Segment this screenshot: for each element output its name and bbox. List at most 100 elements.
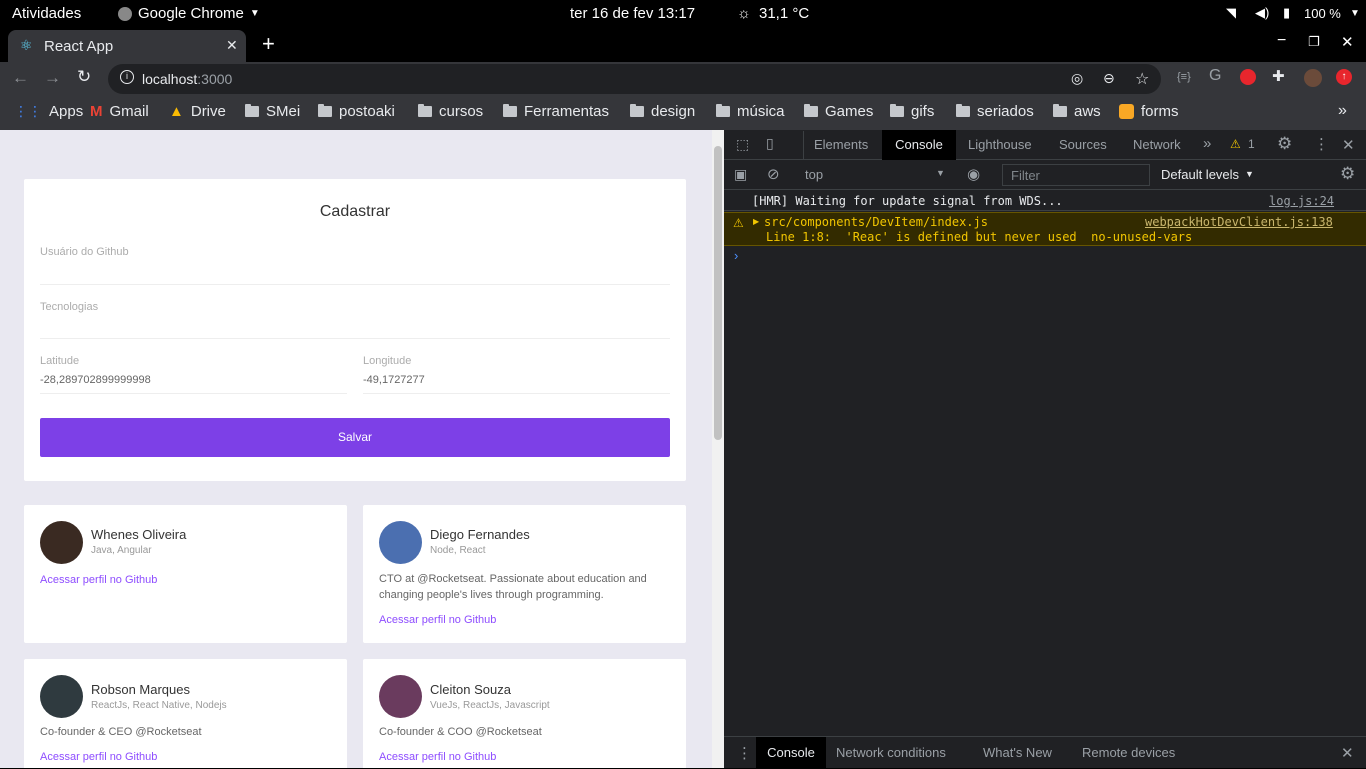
maximize-icon[interactable]: ❐	[1308, 34, 1320, 50]
folder-icon	[318, 104, 332, 117]
warning-count[interactable]: 1	[1248, 137, 1255, 151]
close-window-icon[interactable]: ✕	[1341, 33, 1354, 51]
sidebar-toggle-icon[interactable]: ▣	[734, 166, 747, 183]
battery-level[interactable]: 100 %	[1304, 6, 1341, 21]
filter-input[interactable]: Filter	[1002, 164, 1150, 186]
avatar	[40, 521, 83, 564]
tab-sources[interactable]: Sources	[1059, 137, 1107, 152]
bookmark-star-icon[interactable]: ☆	[1135, 69, 1149, 89]
minimize-icon[interactable]: −	[1277, 32, 1286, 50]
bookmark-musica[interactable]: música	[716, 103, 785, 120]
wifi-icon[interactable]: ◥	[1226, 5, 1236, 21]
dev-card: Robson Marques ReactJs, React Native, No…	[24, 659, 347, 768]
github-profile-link[interactable]: Acessar perfil no Github	[40, 751, 157, 763]
profile-avatar[interactable]	[1304, 69, 1322, 87]
context-selector[interactable]: top	[805, 167, 823, 182]
reload-icon[interactable]: ↻	[77, 67, 91, 87]
drawer-menu-icon[interactable]: ⋮	[737, 744, 752, 762]
context-dropdown-icon[interactable]: ▼	[936, 168, 945, 178]
settings-gear-icon[interactable]: ⚙	[1277, 134, 1292, 154]
tab-react-app[interactable]: ⚛ React App ✕	[8, 30, 246, 62]
tab-console[interactable]: Console	[882, 130, 956, 160]
latitude-input[interactable]: -28,289702899999998	[40, 374, 151, 386]
github-profile-link[interactable]: Acessar perfil no Github	[379, 614, 496, 626]
extension-json-icon[interactable]: {≡}	[1177, 71, 1191, 83]
bookmark-drive[interactable]: ▲ Drive	[169, 103, 226, 120]
warning-icon[interactable]: ⚠	[1230, 137, 1241, 151]
log-source-link[interactable]: log.js:24	[1269, 194, 1334, 208]
github-user-input[interactable]	[40, 265, 670, 283]
apps-grid-icon: ⋮⋮	[14, 103, 42, 119]
bookmark-seriados[interactable]: seriados	[956, 103, 1034, 120]
bookmark-cursos[interactable]: cursos	[418, 103, 483, 120]
device-toolbar-icon[interactable]: ▯	[766, 135, 774, 152]
tab-elements[interactable]: Elements	[814, 137, 868, 152]
folder-icon	[956, 104, 970, 117]
close-devtools-icon[interactable]: ✕	[1342, 136, 1355, 154]
weather-temp[interactable]: 31,1 °C	[759, 5, 809, 22]
techs-input[interactable]	[40, 320, 670, 338]
longitude-label: Longitude	[363, 355, 412, 367]
divider	[803, 131, 804, 159]
info-icon[interactable]: i	[120, 70, 134, 84]
app-menu[interactable]: Google Chrome ▼	[118, 5, 260, 22]
page-viewport: Cadastrar Usuário do Github Tecnologias …	[0, 130, 712, 768]
warning-source-link[interactable]: webpackHotDevClient.js:138	[1145, 215, 1333, 229]
console-settings-icon[interactable]: ⚙	[1340, 164, 1355, 184]
close-drawer-icon[interactable]: ✕	[1341, 744, 1354, 762]
close-tab-icon[interactable]: ✕	[226, 37, 238, 54]
extensions-puzzle-icon[interactable]: ✚	[1272, 67, 1285, 85]
more-options-icon[interactable]: ⋮	[1314, 135, 1329, 153]
extension-hand-icon[interactable]	[1240, 69, 1256, 85]
bookmark-design[interactable]: design	[630, 103, 695, 120]
save-button[interactable]: Salvar	[40, 418, 670, 457]
log-levels-dropdown[interactable]: Default levels	[1161, 167, 1239, 182]
live-expression-eye-icon[interactable]: ◉	[967, 165, 980, 183]
console-warning-row: ⚠ ▶ src/components/DevItem/index.js webp…	[724, 212, 1366, 246]
bookmark-smei[interactable]: SMei	[245, 103, 300, 120]
bookmark-forms[interactable]: forms	[1119, 103, 1179, 120]
bookmark-gifs[interactable]: gifs	[890, 103, 934, 120]
new-tab-icon[interactable]: +	[262, 31, 275, 57]
bookmark-postoaki[interactable]: postoaki	[318, 103, 395, 120]
volume-icon[interactable]: ◀)	[1255, 5, 1269, 21]
drawer-tab-whats-new[interactable]: What's New	[983, 745, 1052, 760]
expand-arrow-icon[interactable]: ▶	[753, 217, 759, 226]
clear-console-icon[interactable]: ⊘	[767, 165, 780, 183]
url-text[interactable]: localhost:3000	[142, 71, 232, 87]
drawer-tab-network-conditions[interactable]: Network conditions	[836, 745, 946, 760]
bookmark-gmail[interactable]: M Gmail	[90, 103, 149, 120]
more-tabs-icon[interactable]: »	[1203, 135, 1211, 152]
dev-card: Whenes Oliveira Java, Angular Acessar pe…	[24, 505, 347, 643]
warning-message: Line 1:8: 'Reac' is defined but never us…	[766, 230, 1193, 244]
bookmark-aws[interactable]: aws	[1053, 103, 1101, 120]
scrollbar-thumb[interactable]	[714, 146, 722, 440]
forward-icon[interactable]: →	[44, 68, 61, 88]
bookmark-games[interactable]: Games	[804, 103, 873, 120]
location-icon[interactable]: ◎	[1071, 70, 1083, 87]
back-icon[interactable]: ←	[12, 68, 29, 88]
battery-icon[interactable]: ▮	[1283, 5, 1290, 21]
longitude-input[interactable]: -49,1727277	[363, 374, 425, 386]
system-menu-arrow-icon[interactable]: ▼	[1350, 8, 1360, 19]
console-input[interactable]	[748, 248, 1358, 266]
tab-lighthouse[interactable]: Lighthouse	[968, 137, 1032, 152]
drawer-tab-console[interactable]: Console	[756, 737, 826, 769]
github-profile-link[interactable]: Acessar perfil no Github	[379, 751, 496, 763]
bookmark-ferramentas[interactable]: Ferramentas	[503, 103, 609, 120]
bookmark-apps[interactable]: ⋮⋮ Apps	[14, 103, 83, 120]
avatar	[379, 675, 422, 718]
update-icon[interactable]: ↑	[1336, 69, 1352, 85]
github-profile-link[interactable]: Acessar perfil no Github	[40, 574, 157, 586]
techs-label: Tecnologias	[40, 301, 99, 313]
drawer-tab-remote-devices[interactable]: Remote devices	[1082, 745, 1175, 760]
address-bar[interactable]: i localhost:3000 ◎ ⊖ ☆	[108, 64, 1161, 94]
activities-button[interactable]: Atividades	[12, 5, 81, 22]
extension-g-icon[interactable]: G	[1209, 67, 1221, 85]
tab-network[interactable]: Network	[1133, 137, 1181, 152]
page-scrollbar[interactable]	[712, 130, 724, 768]
inspect-element-icon[interactable]: ⬚	[736, 136, 749, 153]
zoom-icon[interactable]: ⊖	[1103, 70, 1115, 87]
clock[interactable]: ter 16 de fev 13:17	[570, 5, 695, 22]
more-bookmarks-icon[interactable]: »	[1338, 102, 1347, 120]
